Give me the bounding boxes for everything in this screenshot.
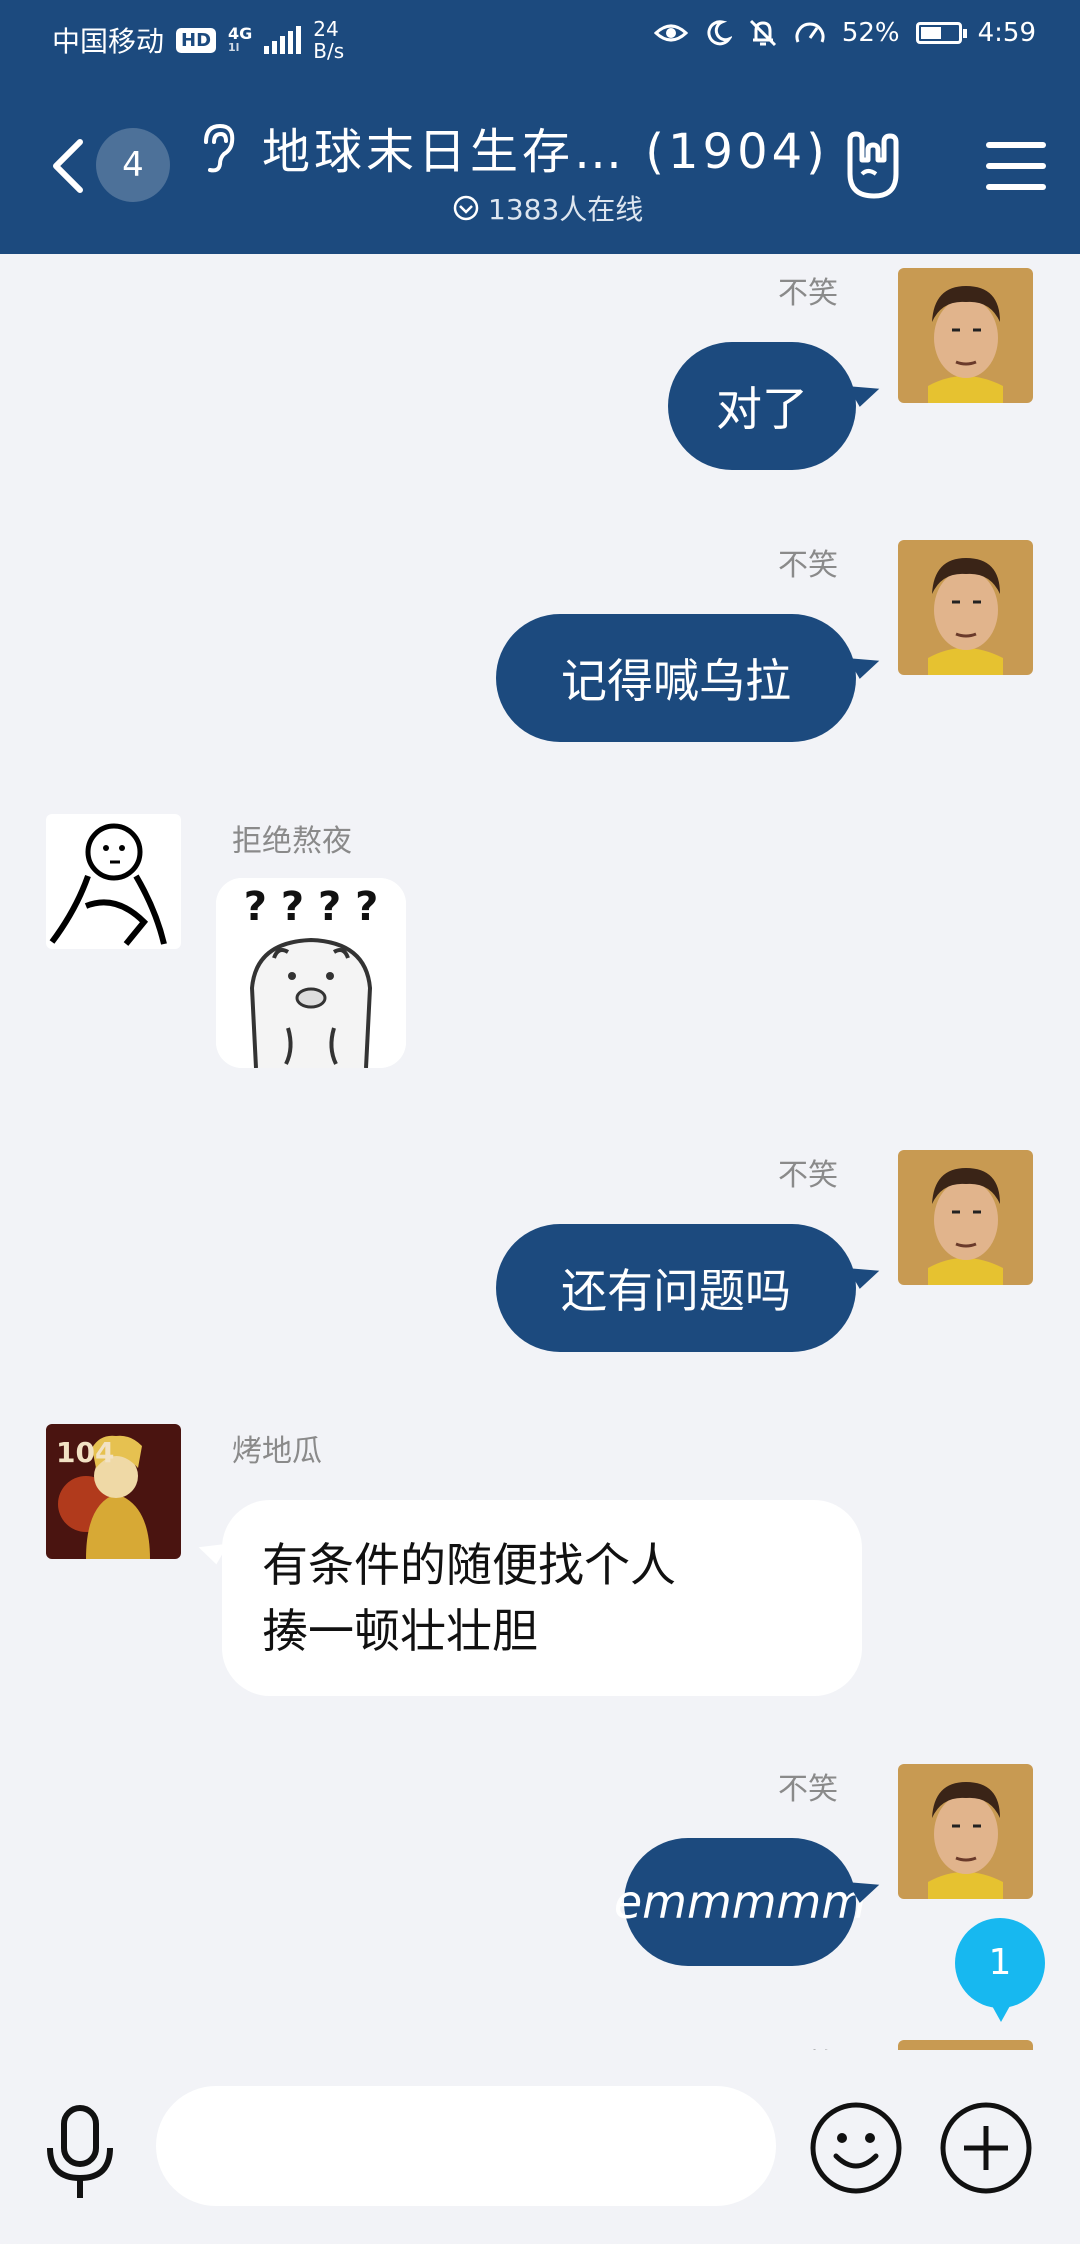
message-item: 不笑: [0, 2034, 1080, 2050]
sender-name: 不笑: [778, 548, 838, 583]
message-item: 不笑 emmmmm: [0, 1750, 1080, 2000]
message-item: 不笑 还有问题吗: [0, 1136, 1080, 1386]
network-label: 4G: [228, 24, 253, 43]
avatar-text: 104: [56, 1436, 114, 1469]
unread-count-badge[interactable]: 4: [96, 128, 170, 202]
message-line: 有条件的随便找个人: [262, 1538, 676, 1592]
avatar[interactable]: [898, 1764, 1033, 1899]
online-status[interactable]: 1383人在线: [452, 188, 643, 228]
avatar[interactable]: [898, 1150, 1033, 1285]
online-count: 1383人在线: [488, 193, 644, 226]
network-speed: 24 B/s: [313, 18, 344, 62]
signal-icon: [264, 26, 302, 54]
message-bubble[interactable]: 对了: [668, 342, 856, 470]
bell-off-icon: [749, 19, 776, 47]
sender-name: 不笑: [778, 2040, 838, 2050]
status-right: 52% 4:59: [653, 18, 1036, 48]
plus-icon[interactable]: [938, 2100, 1034, 2196]
new-message-badge[interactable]: 1: [955, 1918, 1045, 2022]
message-item: 不笑 对了: [0, 254, 1080, 504]
status-left: 中国移动 HD 4G 1l 24 B/s: [52, 18, 344, 62]
message-input[interactable]: [156, 2086, 776, 2206]
message-bubble[interactable]: 记得喊乌拉: [496, 614, 856, 742]
input-bar: [0, 2050, 1080, 2244]
network-sub-label: 1l: [228, 41, 240, 54]
microphone-icon[interactable]: [40, 2102, 120, 2202]
avatar[interactable]: [898, 268, 1033, 403]
speedometer-icon: [795, 22, 825, 43]
eye-icon: [653, 24, 688, 42]
message-item: 拒绝熬夜 ? ? ? ?: [0, 814, 1080, 1114]
sticker-text: ? ? ? ?: [244, 884, 379, 930]
sender-name: 不笑: [778, 1158, 838, 1193]
emoji-icon[interactable]: [808, 2100, 904, 2196]
chevron-down-circle-icon: [453, 195, 479, 221]
hd-badge: HD: [176, 27, 217, 53]
chat-message-list[interactable]: 不笑 对了 不笑 记得喊乌拉 拒绝熬夜 ? ? ? ? 不笑 还有问题吗 104…: [0, 254, 1080, 2050]
battery-icon: [915, 22, 967, 44]
sender-name: 不笑: [778, 1772, 838, 1807]
status-bar: 中国移动 HD 4G 1l 24 B/s 52% 4:59: [0, 0, 1080, 80]
sticker-message[interactable]: ? ? ? ?: [216, 878, 406, 1068]
message-item: 104 烤地瓜 有条件的随便找个人 揍一顿壮壮胆: [0, 1424, 1080, 1764]
avatar[interactable]: 104: [46, 1424, 181, 1559]
message-bubble[interactable]: 还有问题吗: [496, 1224, 856, 1352]
carrier-label: 中国移动: [52, 25, 165, 58]
back-arrow-icon[interactable]: [48, 136, 88, 196]
speed-unit: B/s: [313, 39, 345, 63]
clock-time: 4:59: [977, 18, 1036, 48]
sender-name: 拒绝熬夜: [232, 824, 352, 859]
group-title[interactable]: 地球末日生存… (1904): [262, 112, 829, 182]
rock-hand-icon[interactable]: [838, 130, 906, 202]
message-bubble[interactable]: emmmmm: [614, 1838, 866, 1966]
avatar[interactable]: [46, 814, 181, 949]
battery-percent: 52%: [841, 18, 900, 48]
avatar[interactable]: [898, 2040, 1033, 2050]
speed-value: 24: [313, 17, 339, 41]
message-line: 揍一顿壮壮胆: [262, 1604, 538, 1658]
ear-icon[interactable]: [196, 120, 240, 176]
sender-name: 不笑: [778, 276, 838, 311]
sender-name: 烤地瓜: [232, 1434, 322, 1469]
menu-icon[interactable]: [986, 142, 1046, 190]
avatar[interactable]: [898, 540, 1033, 675]
moon-icon: [707, 20, 732, 46]
chat-header: 4 地球末日生存… (1904) 1383人在线: [0, 80, 1080, 254]
message-item: 不笑 记得喊乌拉: [0, 526, 1080, 776]
network-type: 4G 1l: [228, 26, 252, 54]
message-bubble[interactable]: 有条件的随便找个人 揍一顿壮壮胆: [222, 1500, 862, 1696]
